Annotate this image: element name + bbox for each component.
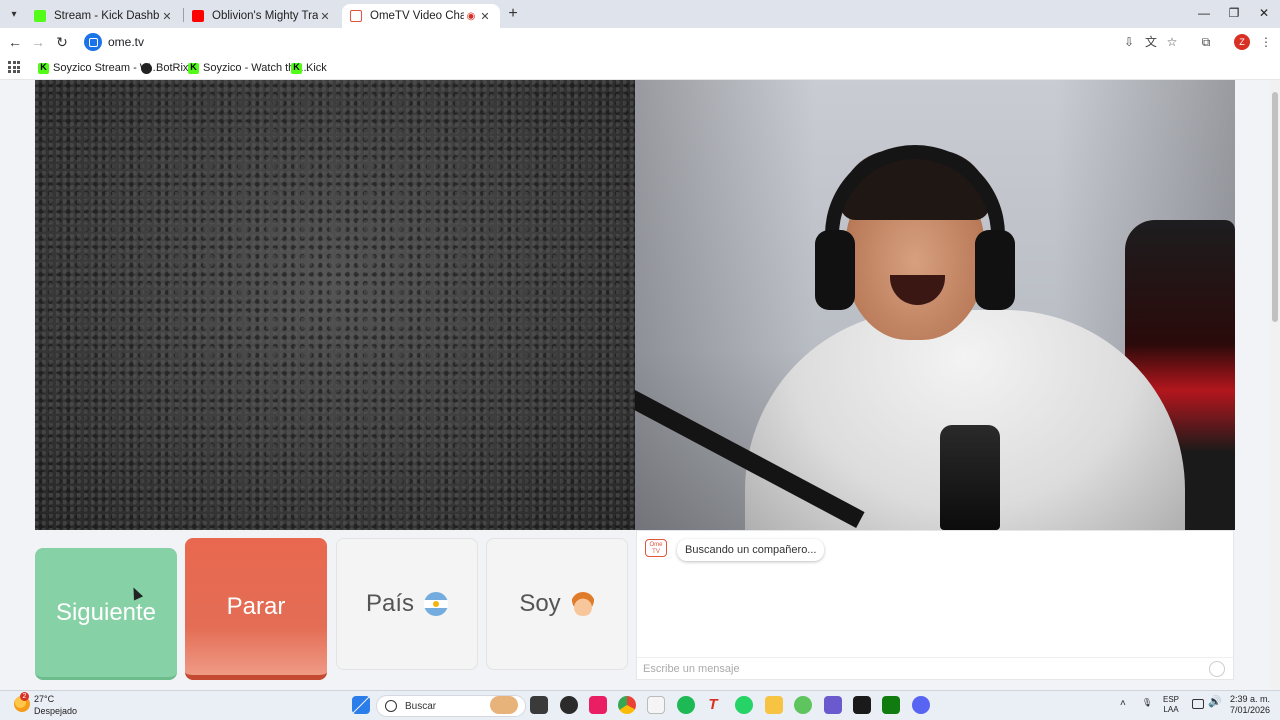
tab-kick-dashboard[interactable]: Stream - Kick Dashboard ✕ [26,4,182,28]
kick-icon [188,62,199,74]
clock-date: 7/01/2026 [1229,705,1270,715]
botrix-icon [141,62,152,74]
kick-icon [34,10,46,22]
kick-icon [38,62,49,74]
headphone-cup-left [815,230,855,310]
tiktok-live-icon[interactable] [589,696,607,714]
tab-strip: ▾ Stream - Kick Dashboard ✕ Oblivion's M… [0,0,1280,28]
obs-icon[interactable] [560,696,578,714]
stop-button-label: Parar [226,592,286,620]
next-button[interactable]: Siguiente [35,548,177,680]
microphone-tray-icon[interactable]: 🎙 [1141,698,1153,712]
message-placeholder: Escribe un mensaje [643,663,740,675]
xbox-icon[interactable] [882,696,900,714]
discord-icon[interactable] [912,696,930,714]
browser-toolbar: ← → ↻ ome.tv ⇩ 文 ☆ ⧉ Z ⋮ [0,28,1280,56]
android-icon[interactable] [794,696,812,714]
page-scrollbar[interactable] [1270,80,1280,690]
reload-icon[interactable]: ↻ [53,33,71,51]
bookmarks-bar: Soyzico Stream - W... BotRix Soyzico - W… [0,56,1280,80]
microphone [940,425,1000,530]
emoji-smiley-icon[interactable] [1209,661,1225,677]
profile-avatar[interactable]: Z [1234,34,1250,50]
spotify-icon[interactable] [677,696,695,714]
recording-icon: ◉ [466,10,476,22]
ometv-logo-icon: Ome TV [645,539,667,557]
ometv-page: Siguiente Parar País Soy Ome TV Buscando… [0,80,1280,690]
weather-temperature[interactable]: 27°C [34,694,54,704]
bookmark-botrix[interactable]: BotRix [141,60,188,76]
language-indicator[interactable]: ESP LAA [1163,695,1179,715]
site-info-icon[interactable] [84,33,102,51]
forward-arrow-icon[interactable]: → [29,33,47,51]
new-tab-plus-icon[interactable]: + [505,5,521,23]
search-placeholder: Buscar [405,700,437,712]
next-button-label: Siguiente [55,598,157,626]
gender-button-label: Soy [519,590,561,617]
capcut-icon[interactable] [853,696,871,714]
bookmark-star-icon[interactable]: ☆ [1164,34,1180,50]
restore-icon[interactable]: ❐ [1218,4,1250,22]
extensions-icon[interactable]: ⧉ [1198,34,1214,50]
country-button-label: País [365,590,415,617]
close-window-icon[interactable]: ✕ [1248,4,1280,22]
weather-description[interactable]: Despejado [34,706,77,716]
windows-start-icon[interactable] [352,696,370,714]
tab-search-chevron-icon[interactable]: ▾ [5,5,23,23]
itunes-icon[interactable] [647,696,665,714]
status-message: Buscando un compañero... [677,539,825,561]
tab-youtube[interactable]: Oblivion's Mighty Trash - No M ✕ [184,4,340,28]
network-icon[interactable] [1192,699,1204,709]
file-explorer-icon[interactable] [765,696,783,714]
close-tab-icon[interactable]: ✕ [160,10,174,23]
url-text[interactable]: ome.tv [108,35,144,49]
chrome-icon[interactable] [618,696,636,714]
argentina-flag-icon [424,592,449,616]
address-bar[interactable]: ome.tv [80,30,1110,54]
self-webcam-video [635,80,1235,530]
tab-title: Oblivion's Mighty Trash - No M [212,10,318,22]
bookmark-label: BotRix [156,62,189,74]
typora-icon[interactable]: T [704,696,722,714]
back-arrow-icon[interactable]: ← [6,33,24,51]
system-clock[interactable]: 2:39 a. m. 7/01/2026 [1220,694,1270,716]
tab-ometv[interactable]: OmeTV Video Chat — Ome ◉ ✕ [342,4,500,28]
stop-button[interactable]: Parar [185,538,327,680]
minimize-icon[interactable]: — [1188,4,1220,22]
language-code: ESP [1163,695,1180,704]
youtube-icon [192,10,204,22]
scrollbar-thumb[interactable] [1272,92,1278,322]
message-input[interactable]: Escribe un mensaje [637,657,1233,679]
translate-icon[interactable]: 文 [1143,34,1159,50]
tab-title: OmeTV Video Chat — Ome [370,10,464,22]
bookmark-label: Kick [306,62,327,74]
chat-panel: Ome TV Buscando un compañero... Escribe … [636,530,1234,680]
headphone-cup-right [975,230,1015,310]
windows-taskbar: 2 27°C Despejado Buscar T ˄ 🎙 ESP LAA 🔊 … [0,690,1280,720]
apps-grid-icon[interactable] [8,61,20,73]
whatsapp-icon[interactable] [735,696,753,714]
ometv-icon [350,10,362,22]
kick-icon [291,62,302,74]
tray-chevron-up-icon[interactable]: ˄ [1120,699,1126,709]
search-highlight-icon[interactable] [490,696,518,714]
search-icon [385,700,397,712]
tab-title: Stream - Kick Dashboard [54,10,160,22]
clock-time: 2:39 a. m. [1229,694,1270,704]
menu-kebab-icon[interactable]: ⋮ [1258,34,1274,50]
bookmark-kick[interactable]: Kick [291,60,327,76]
country-button[interactable]: País [336,538,478,670]
close-tab-icon[interactable]: ✕ [318,10,332,23]
boy-emoji-icon [570,592,595,616]
weather-badge: 2 [20,692,29,701]
install-app-icon[interactable]: ⇩ [1121,34,1137,50]
keyboard-layout: LAA [1163,705,1179,714]
task-view-icon[interactable] [530,696,548,714]
stranger-video-static [35,80,635,530]
gender-button[interactable]: Soy [486,538,628,670]
vscode-icon[interactable] [824,696,842,714]
close-tab-icon[interactable]: ✕ [478,10,492,23]
